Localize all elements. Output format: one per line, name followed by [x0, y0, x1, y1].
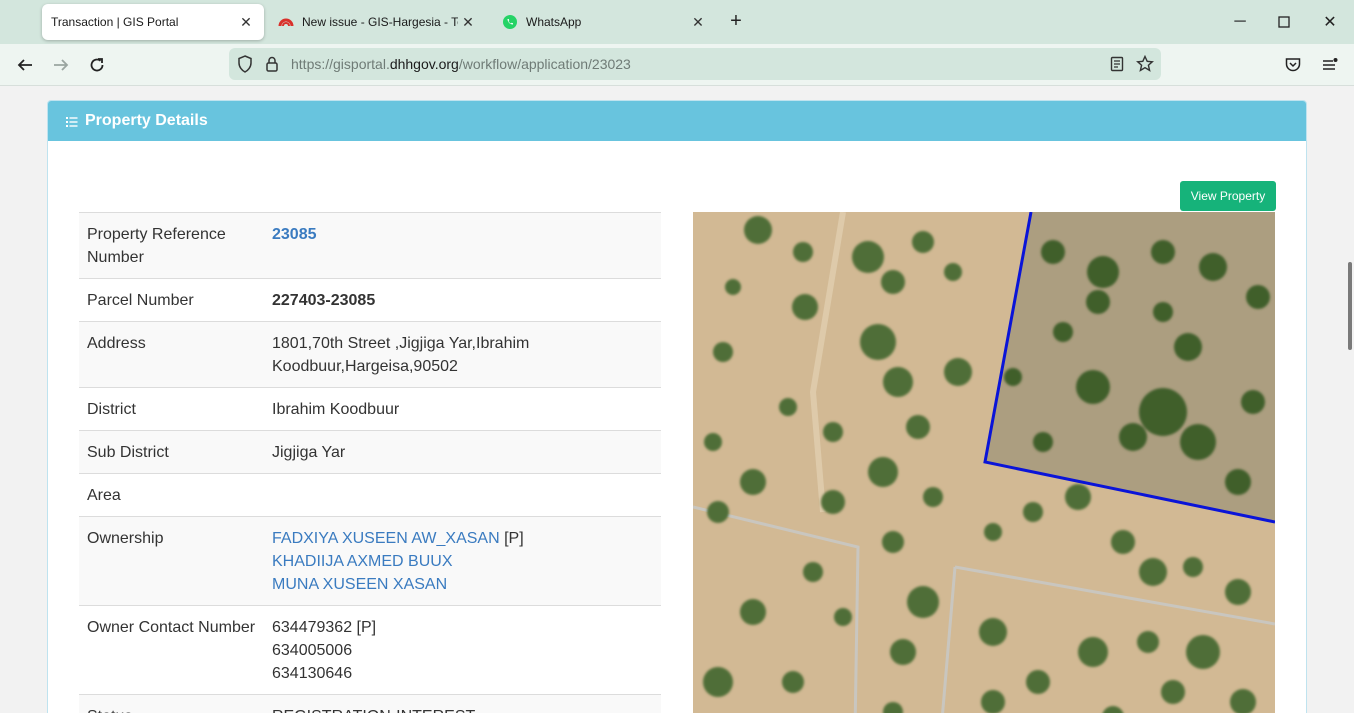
- row-label: Area: [79, 473, 264, 517]
- table-row: Parcel Number 227403-23085: [79, 278, 661, 322]
- property-reference-link[interactable]: 23085: [264, 212, 661, 279]
- contact-value: 634479362 [P] 634005006 634130646: [264, 605, 661, 695]
- table-row: Ownership FADXIYA XUSEEN AW_XASAN [P] KH…: [79, 516, 661, 606]
- table-row: Address 1801,70th Street ,Jigjiga Yar,Ib…: [79, 321, 661, 388]
- primary-tag: [P]: [504, 530, 524, 547]
- maximize-icon[interactable]: [1272, 10, 1296, 34]
- area-value: [264, 473, 661, 517]
- shield-icon[interactable]: [235, 54, 255, 74]
- bookmark-star-icon[interactable]: [1135, 54, 1155, 74]
- contact-number: 634130646: [272, 665, 353, 682]
- url-text: https://gisportal.dhhgov.org/workflow/ap…: [291, 56, 631, 72]
- tab-bar: Transaction | GIS Portal ✕ New issue - G…: [0, 0, 1354, 44]
- row-label: District: [79, 387, 264, 431]
- forward-arrow-icon[interactable]: [49, 53, 73, 77]
- table-row: Status REGISTRATION-INTEREST: [79, 694, 661, 713]
- property-details-panel: Property Details View Property Property …: [47, 100, 1307, 713]
- tab-title: Transaction | GIS Portal: [51, 15, 179, 29]
- gitlab-arc-icon: [278, 14, 294, 30]
- district-value: Ibrahim Koodbuur: [264, 387, 661, 431]
- row-label: Property Reference Number: [79, 212, 264, 279]
- scrollbar-thumb[interactable]: [1348, 262, 1352, 350]
- whatsapp-icon: [502, 14, 518, 30]
- row-label: Ownership: [79, 516, 264, 606]
- close-tab-icon[interactable]: ✕: [688, 12, 708, 32]
- list-icon: [66, 115, 78, 127]
- ownership-value: FADXIYA XUSEEN AW_XASAN [P] KHADIIJA AXM…: [264, 516, 661, 606]
- lock-icon[interactable]: [262, 54, 282, 74]
- owner-link[interactable]: MUNA XUSEEN XASAN: [272, 576, 447, 593]
- view-property-button[interactable]: View Property: [1180, 181, 1276, 211]
- tab-whatsapp[interactable]: WhatsApp ✕: [500, 4, 716, 40]
- new-tab-button[interactable]: +: [724, 10, 748, 34]
- aerial-map-image: [693, 212, 1275, 713]
- close-tab-icon[interactable]: ✕: [458, 12, 478, 32]
- sub-district-value: Jigjiga Yar: [264, 430, 661, 474]
- panel-header: Property Details: [48, 101, 1306, 141]
- owner-link[interactable]: KHADIIJA AXMED BUUX: [272, 553, 453, 570]
- row-label: Address: [79, 321, 264, 388]
- contact-number: 634479362 [P]: [272, 619, 377, 636]
- page-content: Property Details View Property Property …: [0, 87, 1354, 713]
- property-details-table: Property Reference Number 23085 Parcel N…: [79, 212, 661, 713]
- parcel-number-value: 227403-23085: [264, 278, 661, 322]
- row-label: Owner Contact Number: [79, 605, 264, 695]
- back-arrow-icon[interactable]: [13, 53, 37, 77]
- minimize-icon[interactable]: ─: [1228, 10, 1252, 34]
- tab-new-issue[interactable]: New issue - GIS-Hargesia - Team ✕: [272, 4, 486, 40]
- row-label: Sub District: [79, 430, 264, 474]
- address-value: 1801,70th Street ,Jigjiga Yar,Ibrahim Ko…: [264, 321, 661, 388]
- table-row: Owner Contact Number 634479362 [P] 63400…: [79, 605, 661, 695]
- tab-title: WhatsApp: [526, 15, 582, 29]
- pocket-icon[interactable]: [1281, 53, 1305, 77]
- row-label: Status: [79, 694, 264, 713]
- owner-link[interactable]: FADXIYA XUSEEN AW_XASAN: [272, 530, 500, 547]
- page-scrollbar[interactable]: [1344, 87, 1354, 713]
- table-row: Sub District Jigjiga Yar: [79, 430, 661, 474]
- row-label: Parcel Number: [79, 278, 264, 322]
- close-tab-icon[interactable]: ✕: [236, 12, 256, 32]
- tab-title: New issue - GIS-Hargesia - Team: [302, 15, 458, 29]
- table-row: Area: [79, 473, 661, 517]
- contact-number: 634005006: [272, 642, 353, 659]
- menu-icon[interactable]: [1317, 53, 1341, 77]
- window-close-icon[interactable]: ✕: [1318, 10, 1342, 34]
- status-value: REGISTRATION-INTEREST: [264, 694, 661, 713]
- aerial-map[interactable]: [693, 212, 1275, 713]
- tab-gis-portal[interactable]: Transaction | GIS Portal ✕: [42, 4, 264, 40]
- panel-title: Property Details: [85, 112, 208, 129]
- reload-icon[interactable]: [85, 53, 109, 77]
- address-bar[interactable]: https://gisportal.dhhgov.org/workflow/ap…: [229, 48, 1161, 80]
- navigation-bar: https://gisportal.dhhgov.org/workflow/ap…: [0, 44, 1354, 86]
- reader-view-icon[interactable]: [1107, 54, 1127, 74]
- table-row: Property Reference Number 23085: [79, 212, 661, 279]
- table-row: District Ibrahim Koodbuur: [79, 387, 661, 431]
